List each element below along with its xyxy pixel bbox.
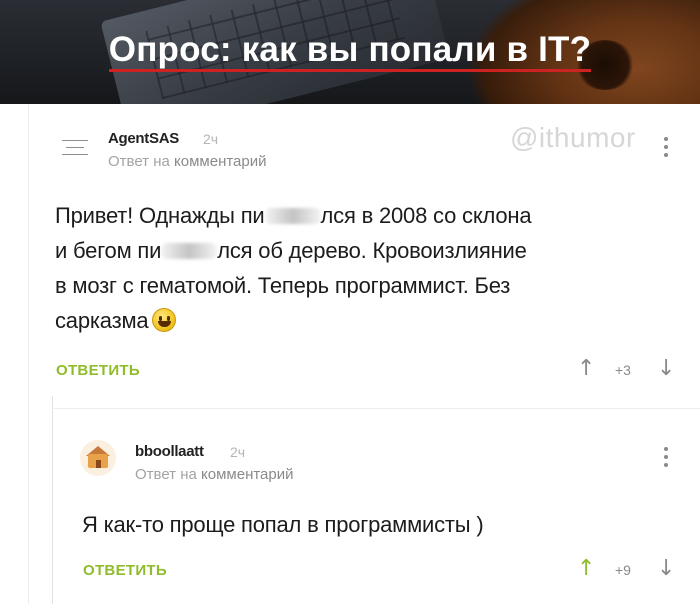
- thread-line: [28, 104, 29, 604]
- comment-score: +9: [615, 562, 631, 578]
- reply-to-prefix: Ответ на: [135, 466, 197, 483]
- arrow-up-icon[interactable]: ↑: [577, 556, 595, 581]
- page-title-text: Опрос: как вы попали в IT?: [108, 30, 592, 72]
- comment-line: и бегом пи лся об дерево. Кровоизлияние: [55, 238, 527, 263]
- comment-line: Привет! Однажды пи лся в 2008 со склона: [55, 203, 532, 228]
- avatar[interactable]: [80, 440, 116, 476]
- header-banner: Опрос: как вы попали в IT?: [0, 0, 700, 104]
- reply-to-link[interactable]: комментарий: [174, 153, 266, 170]
- page-title: Опрос: как вы попали в IT?: [0, 30, 700, 72]
- reply-to-prefix: Ответ на: [108, 153, 170, 170]
- divider: [54, 408, 700, 409]
- comment-time: 2ч: [230, 444, 246, 460]
- comment-line: сарказма: [55, 303, 675, 338]
- arrow-down-icon[interactable]: ↓: [657, 556, 675, 581]
- censored-blur: [161, 243, 218, 259]
- comment-time: 2ч: [203, 131, 219, 147]
- arrow-up-icon[interactable]: ↑: [577, 356, 595, 381]
- menu-icon[interactable]: [62, 140, 88, 156]
- reply-button[interactable]: ОТВЕТИТЬ: [83, 562, 167, 579]
- comment-body: Привет! Однажды пи лся в 2008 со склона и…: [55, 198, 675, 338]
- comment-author[interactable]: bboollaatt: [135, 443, 204, 460]
- censored-blur: [264, 208, 321, 224]
- comment-line: в мозг с гематомой. Теперь программист. …: [55, 273, 511, 298]
- kebab-icon[interactable]: [663, 447, 669, 469]
- reply-to-label: Ответ на комментарий: [135, 466, 294, 483]
- comment-body: Я как-то проще попал в программисты ): [82, 512, 484, 537]
- reply-to-link[interactable]: комментарий: [201, 466, 293, 483]
- comment-score: +3: [615, 362, 631, 378]
- nested-thread-line: [52, 396, 53, 604]
- reply-to-label: Ответ на комментарий: [108, 153, 267, 170]
- watermark: @ithumor: [510, 122, 636, 153]
- reply-button[interactable]: ОТВЕТИТЬ: [56, 362, 140, 379]
- comment-author[interactable]: AgentSAS: [108, 130, 179, 147]
- arrow-down-icon[interactable]: ↓: [657, 356, 675, 381]
- grinning-smiley-icon: [152, 308, 177, 332]
- kebab-icon[interactable]: [663, 137, 669, 159]
